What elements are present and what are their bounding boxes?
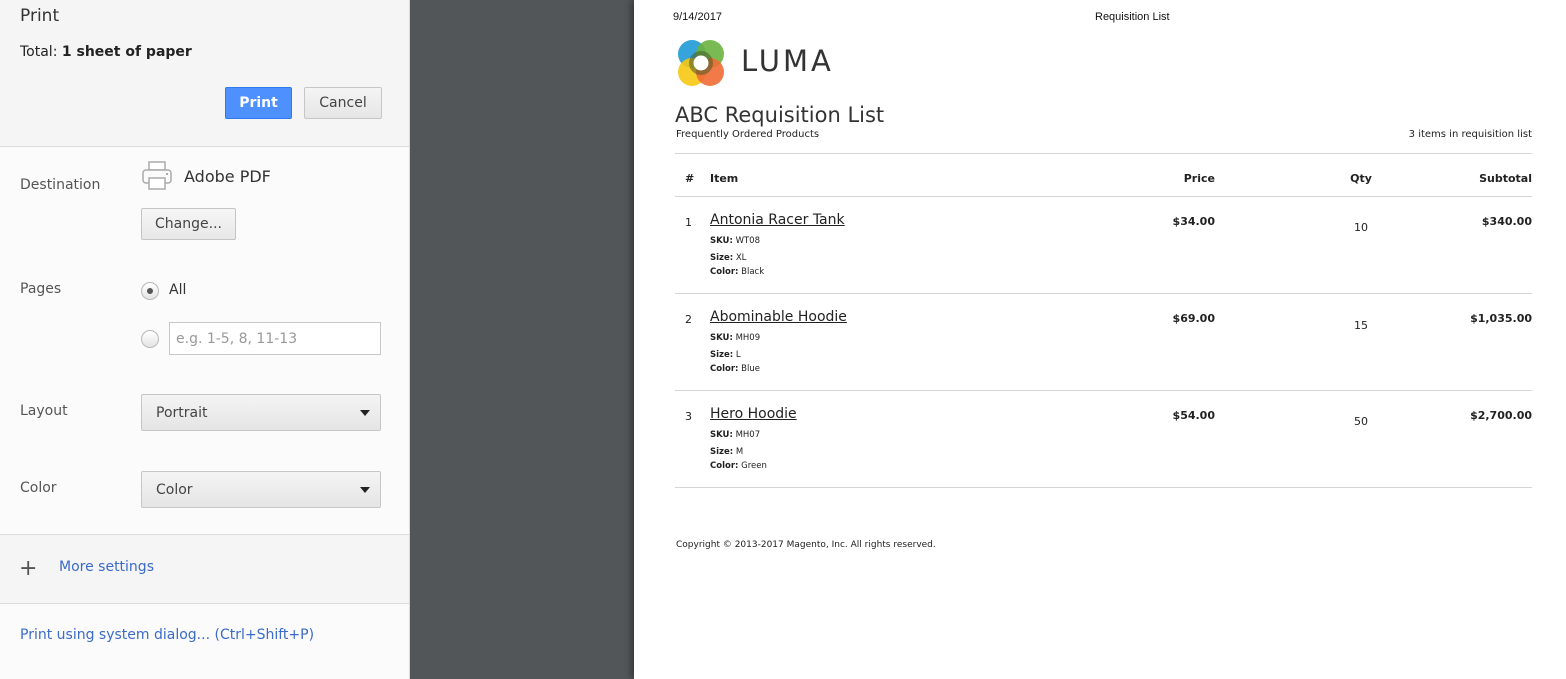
row-qty: 10 — [1354, 221, 1368, 234]
layout-selected-value: Portrait — [156, 404, 208, 421]
pages-all-radio[interactable] — [141, 282, 159, 300]
layout-label: Layout — [20, 403, 68, 419]
row-subtotal: $2,700.00 — [1470, 409, 1532, 422]
product-size: Size: M — [710, 445, 743, 459]
row-price: $54.00 — [1172, 409, 1215, 422]
pages-label: Pages — [20, 281, 62, 297]
system-dialog-link[interactable]: Print using system dialog... (Ctrl+Shift… — [20, 627, 314, 643]
copyright-notice: Copyright © 2013-2017 Magento, Inc. All … — [676, 540, 936, 550]
column-header-item: Item — [710, 172, 739, 185]
color-label: Color: — [710, 267, 739, 277]
sku-label: SKU: — [710, 333, 733, 343]
product-color: Color: Green — [710, 459, 767, 473]
divider — [675, 153, 1532, 154]
product-link[interactable]: Hero Hoodie — [710, 406, 797, 422]
product-size: Size: L — [710, 348, 741, 362]
product-sku: SKU: MH07 — [710, 428, 760, 442]
row-price: $34.00 — [1172, 215, 1215, 228]
cancel-button[interactable]: Cancel — [304, 87, 382, 119]
color-value: Black — [741, 267, 765, 277]
sku-value: MH07 — [735, 430, 761, 440]
requisition-list-subtitle: Frequently Ordered Products — [676, 129, 820, 140]
size-value: M — [735, 447, 744, 457]
product-link[interactable]: Antonia Racer Tank — [710, 212, 845, 228]
row-qty: 50 — [1354, 415, 1368, 428]
row-price: $69.00 — [1172, 312, 1215, 325]
page-header-title: Requisition List — [1095, 11, 1170, 23]
column-header-price: Price — [1183, 172, 1215, 185]
row-number: 2 — [685, 313, 692, 326]
product-sku: SKU: MH09 — [710, 331, 760, 345]
product-color: Color: Blue — [710, 362, 760, 376]
row-number: 1 — [685, 216, 692, 229]
change-destination-button[interactable]: Change... — [141, 208, 236, 240]
row-number: 3 — [685, 410, 692, 423]
column-header-num: # — [685, 172, 695, 185]
print-button[interactable]: Print — [225, 87, 292, 119]
more-settings-label: More settings — [59, 559, 154, 575]
divider — [675, 196, 1532, 197]
row-subtotal: $1,035.00 — [1470, 312, 1532, 325]
product-color: Color: Black — [710, 265, 764, 279]
divider — [675, 390, 1532, 391]
color-value: Green — [741, 461, 767, 471]
column-header-subtotal: Subtotal — [1479, 172, 1532, 185]
size-label: Size: — [710, 447, 734, 457]
pages-custom-input[interactable] — [169, 322, 381, 355]
color-label: Color: — [710, 461, 739, 471]
color-label: Color: — [710, 364, 739, 374]
product-sku: SKU: WT08 — [710, 234, 760, 248]
pages-custom-radio[interactable] — [141, 330, 159, 348]
color-select[interactable]: Color — [141, 471, 381, 508]
print-settings-sidebar: Print Total: 1 sheet of paper Print Canc… — [0, 0, 410, 679]
luma-logo-icon — [678, 40, 724, 86]
size-value: XL — [735, 253, 747, 263]
divider — [675, 293, 1532, 294]
layout-select[interactable]: Portrait — [141, 394, 381, 431]
page-header-date: 9/14/2017 — [673, 11, 722, 23]
product-link[interactable]: Abominable Hoodie — [710, 309, 847, 325]
color-value: Blue — [741, 364, 760, 374]
size-label: Size: — [710, 253, 734, 263]
pages-all-label: All — [169, 282, 187, 298]
divider — [675, 487, 1532, 488]
size-value: L — [735, 350, 741, 360]
printer-icon — [142, 161, 172, 190]
print-preview-page: 9/14/2017 Requisition List LUMA ABC Requ… — [634, 0, 1566, 679]
product-size: Size: XL — [710, 251, 746, 265]
print-header: Print Total: 1 sheet of paper Print Canc… — [0, 0, 409, 147]
luma-logo-text: LUMA — [741, 44, 834, 78]
sku-value: MH09 — [735, 333, 761, 343]
column-header-qty: Qty — [1350, 172, 1372, 185]
plus-icon: + — [19, 556, 38, 581]
row-subtotal: $340.00 — [1481, 215, 1532, 228]
more-settings-toggle[interactable]: + More settings — [0, 534, 409, 604]
requisition-list-title: ABC Requisition List — [675, 103, 885, 127]
color-label: Color — [20, 480, 57, 496]
destination-value: Adobe PDF — [184, 167, 271, 186]
print-title: Print — [20, 6, 60, 26]
color-selected-value: Color — [156, 481, 193, 498]
sku-label: SKU: — [710, 430, 733, 440]
dropdown-caret-icon — [360, 487, 370, 493]
destination-label: Destination — [20, 177, 101, 193]
sku-value: WT08 — [735, 236, 760, 246]
total-value: 1 sheet of paper — [61, 44, 192, 60]
size-label: Size: — [710, 350, 734, 360]
sku-label: SKU: — [710, 236, 733, 246]
print-summary: Total: 1 sheet of paper — [20, 44, 192, 60]
item-count: 3 items in requisition list — [1408, 129, 1532, 140]
row-qty: 15 — [1354, 319, 1368, 332]
dropdown-caret-icon — [360, 410, 370, 416]
total-label: Total: — [20, 44, 58, 60]
